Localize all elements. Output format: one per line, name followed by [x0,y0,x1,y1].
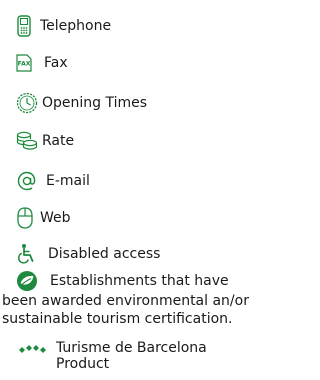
rate-label: Rate [42,132,75,149]
legend-item-opening-times: Opening Times [16,92,147,114]
legend-item-fax: FAX Fax [16,54,68,72]
at-sign-icon [16,170,38,192]
coins-icon [16,131,38,151]
product-label-line-2: Product [56,356,110,372]
wheelchair-icon [16,243,36,265]
web-label: Web [40,209,71,226]
legend-item-product: Turisme de Barcelona Product [16,340,207,372]
environmental-label-line-3: sustainable tourism certification. [2,311,233,327]
legend-item-telephone: Telephone [16,15,111,37]
legend-list: Telephone FAX Fax Opening Times Rate E-m… [0,0,282,380]
fax-label: Fax [44,54,68,71]
opening-times-label: Opening Times [42,94,148,111]
environmental-label-line-1: Establishments that have [50,272,229,289]
legend-item-environmental: Establishments that have been awarded en… [2,270,278,328]
environmental-label-line-2: been awarded environmental an/or [2,293,249,309]
legend-item-disabled-access: Disabled access [16,243,160,265]
email-label: E-mail [46,172,90,189]
product-label-line-1: Turisme de Barcelona [56,340,207,356]
legend-item-email: E-mail [16,170,90,192]
leaf-circle-icon [16,270,38,292]
legend-item-rate: Rate [16,131,74,151]
fax-icon: FAX [16,54,32,72]
clock-icon [16,92,38,114]
telephone-label: Telephone [40,17,112,34]
disabled-access-label: Disabled access [48,245,161,262]
mobile-phone-icon [16,15,32,37]
legend-item-web: Web [16,206,71,230]
computer-mouse-icon [16,206,34,230]
diamonds-icon [16,342,50,356]
svg-text:FAX: FAX [18,61,31,68]
